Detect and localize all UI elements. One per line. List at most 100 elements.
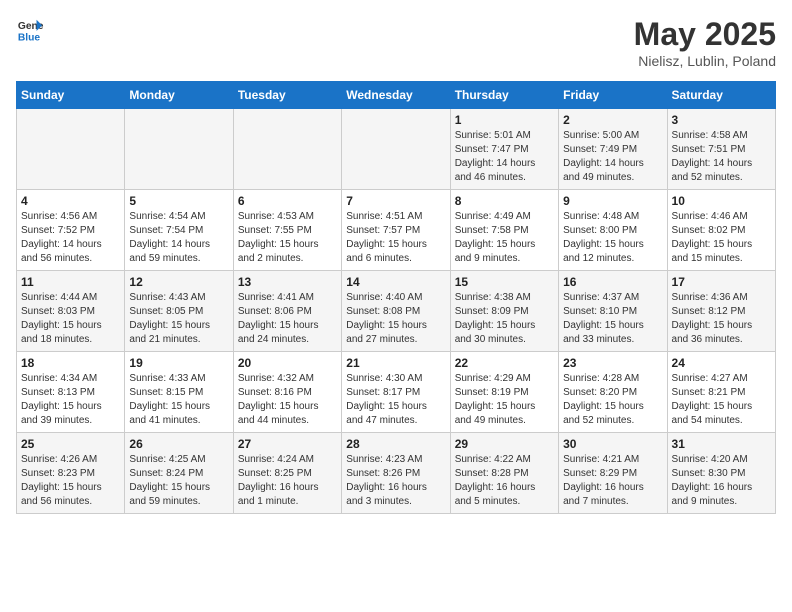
day-info: Sunrise: 4:54 AM Sunset: 7:54 PM Dayligh… — [129, 210, 228, 266]
day-info: Sunrise: 4:26 AM Sunset: 8:23 PM Dayligh… — [21, 453, 120, 509]
table-row: 30Sunrise: 4:21 AM Sunset: 8:29 PM Dayli… — [559, 433, 667, 514]
day-number: 22 — [455, 356, 554, 370]
day-number: 5 — [129, 194, 228, 208]
day-number: 21 — [346, 356, 445, 370]
day-number: 19 — [129, 356, 228, 370]
table-row: 2 Sunrise: 5:00 AM Sunset: 7:49 PM Daylig… — [559, 109, 667, 190]
day-info: Sunrise: 4:25 AM Sunset: 8:24 PM Dayligh… — [129, 453, 228, 509]
day-number: 16 — [563, 275, 662, 289]
table-row: 26Sunrise: 4:25 AM Sunset: 8:24 PM Dayli… — [125, 433, 233, 514]
table-row: 25Sunrise: 4:26 AM Sunset: 8:23 PM Dayli… — [17, 433, 125, 514]
table-row: 9Sunrise: 4:48 AM Sunset: 8:00 PM Daylig… — [559, 190, 667, 271]
week-row-1: 1 Sunrise: 5:01 AM Sunset: 7:47 PM Daylig… — [17, 109, 776, 190]
day-number: 29 — [455, 437, 554, 451]
day-info: Sunrise: 4:34 AM Sunset: 8:13 PM Dayligh… — [21, 372, 120, 428]
calendar-subtitle: Nielisz, Lublin, Poland — [634, 53, 776, 69]
day-info: Sunrise: 4:56 AM Sunset: 7:52 PM Dayligh… — [21, 210, 120, 266]
day-info: Sunrise: 4:58 AM Sunset: 7:51 PM Dayligh… — [672, 129, 771, 185]
table-row: 3 Sunrise: 4:58 AM Sunset: 7:51 PM Daylig… — [667, 109, 775, 190]
header-monday: Monday — [125, 82, 233, 109]
table-row — [125, 109, 233, 190]
day-number: 31 — [672, 437, 771, 451]
week-row-4: 18 Sunrise: 4:34 AM Sunset: 8:13 PM Dayli… — [17, 352, 776, 433]
table-row: 7Sunrise: 4:51 AM Sunset: 7:57 PM Daylig… — [342, 190, 450, 271]
day-number: 17 — [672, 275, 771, 289]
logo-icon: General Blue — [16, 16, 44, 44]
day-number: 12 — [129, 275, 228, 289]
table-row: 27 Sunrise: 4:24 AM Sunset: 8:25 PM Dayli… — [233, 433, 341, 514]
table-row: 24 Sunrise: 4:27 AM Sunset: 8:21 PM Dayli… — [667, 352, 775, 433]
logo: General Blue — [16, 16, 44, 44]
day-info: Sunrise: 4:46 AM Sunset: 8:02 PM Dayligh… — [672, 210, 771, 266]
day-number: 20 — [238, 356, 337, 370]
table-row: 31 Sunrise: 4:20 AM Sunset: 8:30 PM Dayli… — [667, 433, 775, 514]
day-info: Sunrise: 4:53 AM Sunset: 7:55 PM Dayligh… — [238, 210, 337, 266]
title-block: May 2025 Nielisz, Lublin, Poland — [634, 16, 776, 69]
table-row: 11 Sunrise: 4:44 AM Sunset: 8:03 PM Dayli… — [17, 271, 125, 352]
table-row — [342, 109, 450, 190]
table-row: 16 Sunrise: 4:37 AM Sunset: 8:10 PM Dayli… — [559, 271, 667, 352]
day-info: Sunrise: 5:01 AM Sunset: 7:47 PM Dayligh… — [455, 129, 554, 185]
header-sunday: Sunday — [17, 82, 125, 109]
header-wednesday: Wednesday — [342, 82, 450, 109]
day-info: Sunrise: 4:24 AM Sunset: 8:25 PM Dayligh… — [238, 453, 337, 509]
day-info: Sunrise: 4:44 AM Sunset: 8:03 PM Dayligh… — [21, 291, 120, 347]
day-info: Sunrise: 4:37 AM Sunset: 8:10 PM Dayligh… — [563, 291, 662, 347]
table-row: 12 Sunrise: 4:43 AM Sunset: 8:05 PM Dayli… — [125, 271, 233, 352]
header-tuesday: Tuesday — [233, 82, 341, 109]
week-row-3: 11 Sunrise: 4:44 AM Sunset: 8:03 PM Dayli… — [17, 271, 776, 352]
day-number: 27 — [238, 437, 337, 451]
day-number: 14 — [346, 275, 445, 289]
calendar-table: Sunday Monday Tuesday Wednesday Thursday… — [16, 81, 776, 514]
table-row: 8 Sunrise: 4:49 AM Sunset: 7:58 PM Daylig… — [450, 190, 558, 271]
day-number: 24 — [672, 356, 771, 370]
table-row: 17 Sunrise: 4:36 AM Sunset: 8:12 PM Dayli… — [667, 271, 775, 352]
table-row: 10 Sunrise: 4:46 AM Sunset: 8:02 PM Dayli… — [667, 190, 775, 271]
table-row: 29Sunrise: 4:22 AM Sunset: 8:28 PM Dayli… — [450, 433, 558, 514]
day-number: 3 — [672, 113, 771, 127]
day-number: 4 — [21, 194, 120, 208]
day-info: Sunrise: 4:23 AM Sunset: 8:26 PM Dayligh… — [346, 453, 445, 509]
svg-text:Blue: Blue — [18, 32, 41, 43]
table-row: 13Sunrise: 4:41 AM Sunset: 8:06 PM Dayli… — [233, 271, 341, 352]
table-row: 18 Sunrise: 4:34 AM Sunset: 8:13 PM Dayli… — [17, 352, 125, 433]
day-info: Sunrise: 4:51 AM Sunset: 7:57 PM Dayligh… — [346, 210, 445, 266]
day-info: Sunrise: 4:29 AM Sunset: 8:19 PM Dayligh… — [455, 372, 554, 428]
day-info: Sunrise: 4:49 AM Sunset: 7:58 PM Dayligh… — [455, 210, 554, 266]
day-info: Sunrise: 4:40 AM Sunset: 8:08 PM Dayligh… — [346, 291, 445, 347]
header-thursday: Thursday — [450, 82, 558, 109]
weekday-header-row: Sunday Monday Tuesday Wednesday Thursday… — [17, 82, 776, 109]
day-info: Sunrise: 4:27 AM Sunset: 8:21 PM Dayligh… — [672, 372, 771, 428]
day-info: Sunrise: 4:43 AM Sunset: 8:05 PM Dayligh… — [129, 291, 228, 347]
week-row-5: 25Sunrise: 4:26 AM Sunset: 8:23 PM Dayli… — [17, 433, 776, 514]
day-number: 1 — [455, 113, 554, 127]
table-row: 4 Sunrise: 4:56 AM Sunset: 7:52 PM Daylig… — [17, 190, 125, 271]
calendar-title: May 2025 — [634, 16, 776, 53]
header-friday: Friday — [559, 82, 667, 109]
day-info: Sunrise: 4:36 AM Sunset: 8:12 PM Dayligh… — [672, 291, 771, 347]
day-number: 15 — [455, 275, 554, 289]
day-number: 10 — [672, 194, 771, 208]
table-row: 19 Sunrise: 4:33 AM Sunset: 8:15 PM Dayli… — [125, 352, 233, 433]
table-row: 28Sunrise: 4:23 AM Sunset: 8:26 PM Dayli… — [342, 433, 450, 514]
day-info: Sunrise: 4:33 AM Sunset: 8:15 PM Dayligh… — [129, 372, 228, 428]
day-number: 8 — [455, 194, 554, 208]
table-row — [17, 109, 125, 190]
page-header: General Blue May 2025 Nielisz, Lublin, P… — [16, 16, 776, 69]
day-number: 30 — [563, 437, 662, 451]
day-number: 11 — [21, 275, 120, 289]
day-number: 18 — [21, 356, 120, 370]
day-number: 23 — [563, 356, 662, 370]
day-info: Sunrise: 4:32 AM Sunset: 8:16 PM Dayligh… — [238, 372, 337, 428]
table-row — [233, 109, 341, 190]
day-number: 6 — [238, 194, 337, 208]
day-info: Sunrise: 5:00 AM Sunset: 7:49 PM Dayligh… — [563, 129, 662, 185]
day-number: 2 — [563, 113, 662, 127]
table-row: 14 Sunrise: 4:40 AM Sunset: 8:08 PM Dayli… — [342, 271, 450, 352]
day-info: Sunrise: 4:28 AM Sunset: 8:20 PM Dayligh… — [563, 372, 662, 428]
table-row: 21Sunrise: 4:30 AM Sunset: 8:17 PM Dayli… — [342, 352, 450, 433]
day-info: Sunrise: 4:20 AM Sunset: 8:30 PM Dayligh… — [672, 453, 771, 509]
header-saturday: Saturday — [667, 82, 775, 109]
table-row: 22 Sunrise: 4:29 AM Sunset: 8:19 PM Dayli… — [450, 352, 558, 433]
week-row-2: 4 Sunrise: 4:56 AM Sunset: 7:52 PM Daylig… — [17, 190, 776, 271]
